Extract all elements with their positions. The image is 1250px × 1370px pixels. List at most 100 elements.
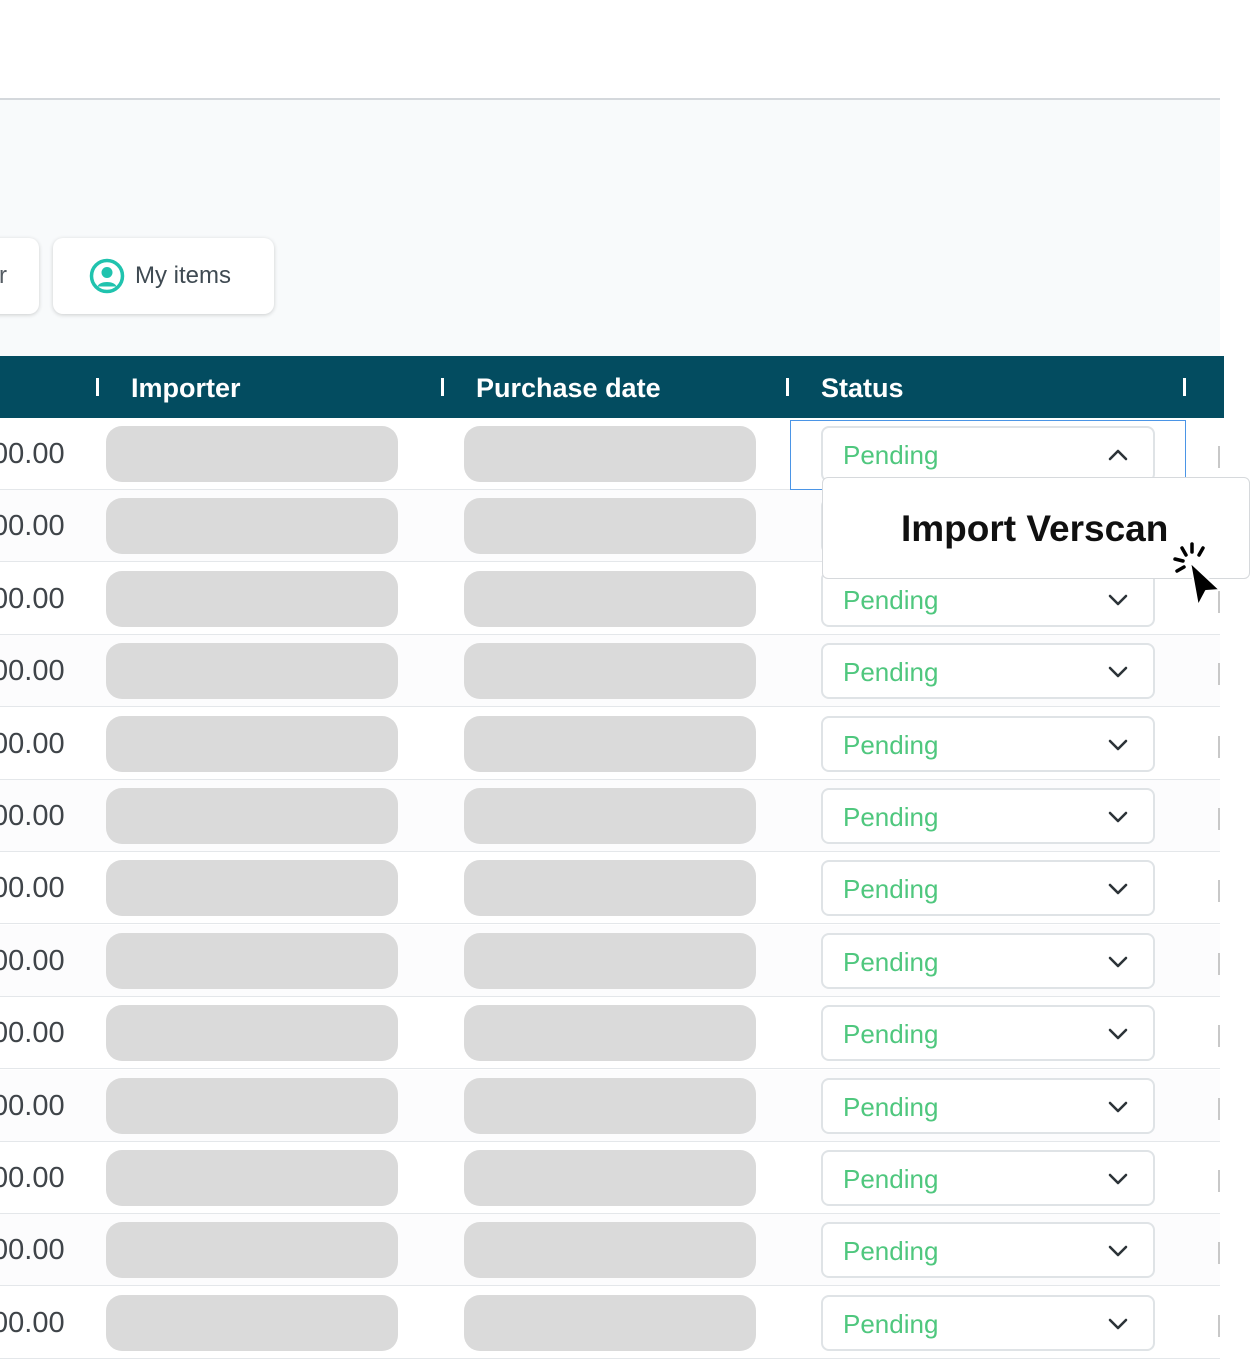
importer-placeholder bbox=[106, 1150, 398, 1206]
purchase-date-placeholder bbox=[464, 1077, 756, 1134]
chevron-down-icon bbox=[1108, 666, 1128, 678]
table-header: Importer Purchase date Status bbox=[0, 356, 1220, 418]
table-row[interactable]: 00.00 Pending bbox=[0, 1214, 1220, 1287]
purchase-date-placeholder bbox=[464, 715, 756, 772]
purchase-date-placeholder bbox=[464, 1150, 756, 1206]
importer-placeholder bbox=[106, 932, 398, 989]
status-value: Pending bbox=[843, 1019, 939, 1050]
status-value: Pending bbox=[843, 1236, 939, 1267]
purchase-date-placeholder bbox=[464, 932, 756, 989]
status-value: Pending bbox=[843, 1164, 939, 1194]
table-row[interactable]: 00.00 Pending bbox=[0, 708, 1220, 780]
chevron-down-icon bbox=[1108, 1246, 1128, 1257]
importer-placeholder bbox=[106, 1294, 398, 1351]
next-column-edge bbox=[1218, 952, 1220, 975]
header-edge bbox=[1220, 356, 1224, 418]
status-select[interactable]: Pending bbox=[821, 1005, 1155, 1062]
status-select[interactable]: Pending bbox=[821, 1150, 1155, 1206]
amount-cell: 00.00 bbox=[0, 800, 65, 832]
table-row[interactable]: 00.00 Pending bbox=[0, 635, 1220, 708]
amount-cell: 00.00 bbox=[0, 582, 65, 615]
toolbar-area bbox=[0, 100, 1220, 356]
chevron-down-icon bbox=[1108, 594, 1128, 606]
purchase-date-placeholder bbox=[464, 1222, 756, 1279]
next-column-edge bbox=[1218, 446, 1220, 468]
importer-placeholder bbox=[106, 1077, 398, 1134]
purchase-date-placeholder bbox=[464, 1294, 756, 1351]
amount-cell: 00.00 bbox=[0, 1306, 65, 1339]
status-select[interactable]: Pending bbox=[821, 1294, 1155, 1351]
status-value: Pending bbox=[843, 1091, 939, 1122]
table-row[interactable]: 00.00 Pending bbox=[0, 1287, 1220, 1359]
chevron-down-icon bbox=[1108, 1173, 1128, 1185]
purchase-date-placeholder bbox=[464, 570, 756, 627]
next-column-edge bbox=[1218, 1025, 1220, 1048]
next-column-edge bbox=[1218, 1170, 1220, 1192]
chevron-down-icon bbox=[1108, 811, 1128, 823]
table-row[interactable]: 00.00 Pending bbox=[0, 852, 1220, 925]
my-items-label: My items bbox=[135, 262, 231, 289]
purchase-date-placeholder bbox=[464, 788, 756, 844]
next-column-edge bbox=[1218, 808, 1220, 830]
top-bar bbox=[0, 0, 1250, 98]
status-value: Pending bbox=[843, 874, 939, 905]
next-column-edge bbox=[1218, 1314, 1220, 1337]
my-items-button[interactable]: My items bbox=[53, 238, 274, 314]
purchase-date-placeholder bbox=[464, 643, 756, 700]
column-header-status[interactable]: Status bbox=[821, 356, 904, 418]
table-row[interactable]: 00.00 Pending bbox=[0, 1142, 1220, 1214]
amount-cell: 00.00 bbox=[0, 944, 65, 977]
next-column-edge bbox=[1218, 880, 1220, 903]
column-resize-handle[interactable] bbox=[441, 378, 444, 396]
importer-placeholder bbox=[106, 788, 398, 844]
importer-placeholder bbox=[106, 498, 398, 555]
amount-cell: 00.00 bbox=[0, 438, 65, 470]
purchase-date-placeholder bbox=[464, 1005, 756, 1062]
status-select[interactable]: Pending bbox=[821, 715, 1155, 772]
amount-cell: 00.00 bbox=[0, 510, 65, 543]
table-row[interactable]: 00.00 Pending bbox=[0, 780, 1220, 852]
amount-cell: 00.00 bbox=[0, 1162, 65, 1194]
importer-placeholder bbox=[106, 643, 398, 700]
status-select[interactable]: Pending bbox=[821, 860, 1155, 917]
column-resize-handle[interactable] bbox=[1183, 378, 1186, 396]
importer-placeholder bbox=[106, 715, 398, 772]
user-circle-icon bbox=[89, 258, 125, 294]
importer-placeholder bbox=[106, 1005, 398, 1062]
status-value: Pending bbox=[843, 729, 939, 760]
chevron-down-icon bbox=[1108, 956, 1128, 968]
column-resize-handle[interactable] bbox=[96, 378, 99, 396]
filter-chip-partial[interactable]: r bbox=[0, 238, 39, 314]
status-select[interactable]: Pending bbox=[821, 788, 1155, 844]
status-value: Pending bbox=[843, 1308, 939, 1339]
status-select[interactable]: Pending bbox=[821, 932, 1155, 989]
purchase-date-placeholder bbox=[464, 426, 756, 482]
status-value: Pending bbox=[843, 657, 939, 688]
chevron-down-icon bbox=[1108, 739, 1128, 750]
chevron-down-icon bbox=[1108, 1028, 1128, 1040]
next-column-edge bbox=[1218, 1097, 1220, 1120]
status-select[interactable]: Pending bbox=[821, 1077, 1155, 1134]
importer-placeholder bbox=[106, 1222, 398, 1279]
table-row[interactable]: 00.00 Pending bbox=[0, 1069, 1220, 1142]
purchase-date-placeholder bbox=[464, 860, 756, 917]
status-select[interactable]: Pending bbox=[821, 1222, 1155, 1279]
importer-placeholder bbox=[106, 426, 398, 482]
amount-cell: 00.00 bbox=[0, 655, 65, 688]
table-row[interactable]: 00.00 Pending bbox=[0, 924, 1220, 997]
importer-placeholder bbox=[106, 570, 398, 627]
filter-chip-partial-label: r bbox=[0, 262, 7, 289]
table-row[interactable]: 00.00 Pending bbox=[0, 997, 1220, 1070]
status-select[interactable]: Pending bbox=[821, 643, 1155, 700]
amount-cell: 00.00 bbox=[0, 1089, 65, 1122]
dropdown-option-import-verscan[interactable]: Import Verscan bbox=[901, 478, 1168, 580]
amount-cell: 00.00 bbox=[0, 872, 65, 905]
status-value: Pending bbox=[843, 584, 939, 615]
importer-placeholder bbox=[106, 860, 398, 917]
column-header-purchase-date[interactable]: Purchase date bbox=[476, 356, 661, 418]
next-column-edge bbox=[1218, 735, 1220, 758]
purchase-date-placeholder bbox=[464, 498, 756, 555]
column-resize-handle[interactable] bbox=[786, 378, 789, 396]
chevron-down-icon bbox=[1108, 1318, 1128, 1330]
column-header-importer[interactable]: Importer bbox=[131, 356, 241, 418]
